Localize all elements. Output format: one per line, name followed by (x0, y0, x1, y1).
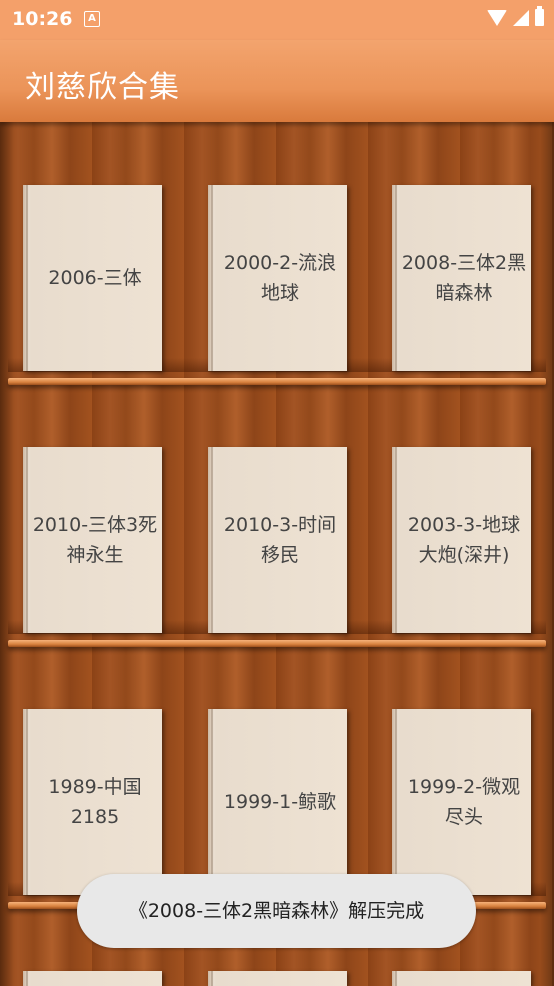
signal-icon (513, 9, 529, 26)
book-title: 2006-三体 (48, 267, 142, 289)
book-item[interactable]: 2008-三体2黑暗森林 (392, 185, 531, 371)
shelf-plank (8, 378, 546, 385)
book-item[interactable]: 2006-三体 (23, 185, 162, 371)
book-title: 2003-3-地球大炮(深井) (407, 514, 521, 566)
book-item-partial[interactable] (23, 971, 162, 986)
book-title: 2010-三体3死神永生 (32, 514, 158, 566)
status-bar: 10:26 A (0, 0, 554, 40)
wifi-icon (487, 9, 507, 26)
status-time: 10:26 (12, 8, 73, 30)
book-item-partial[interactable] (208, 971, 347, 986)
book-item[interactable]: 2003-3-地球大炮(深井) (392, 447, 531, 633)
book-title: 1999-2-微观尽头 (407, 776, 521, 828)
app-bar: 刘慈欣合集 (0, 40, 554, 122)
book-item-partial[interactable] (392, 971, 531, 986)
book-title: 1999-1-鲸歌 (223, 791, 337, 813)
book-title: 2010-3-时间移民 (223, 514, 337, 566)
book-title: 1989-中国2185 (48, 776, 142, 828)
book-item[interactable]: 1999-1-鲸歌 (208, 709, 347, 895)
book-item[interactable]: 2000-2-流浪地球 (208, 185, 347, 371)
book-item[interactable]: 1999-2-微观尽头 (392, 709, 531, 895)
notification-icon: A (84, 11, 100, 27)
book-item[interactable]: 2010-3-时间移民 (208, 447, 347, 633)
page-title: 刘慈欣合集 (25, 70, 180, 105)
book-item[interactable]: 1989-中国2185 (23, 709, 162, 895)
shelf-plank (8, 640, 546, 647)
book-title: 2008-三体2黑暗森林 (401, 252, 527, 304)
battery-icon (535, 6, 544, 26)
book-item[interactable]: 2010-三体3死神永生 (23, 447, 162, 633)
book-title: 2000-2-流浪地球 (223, 252, 337, 304)
status-icons (487, 6, 544, 26)
toast-message: 《2008-三体2黑暗森林》解压完成 (77, 874, 476, 948)
